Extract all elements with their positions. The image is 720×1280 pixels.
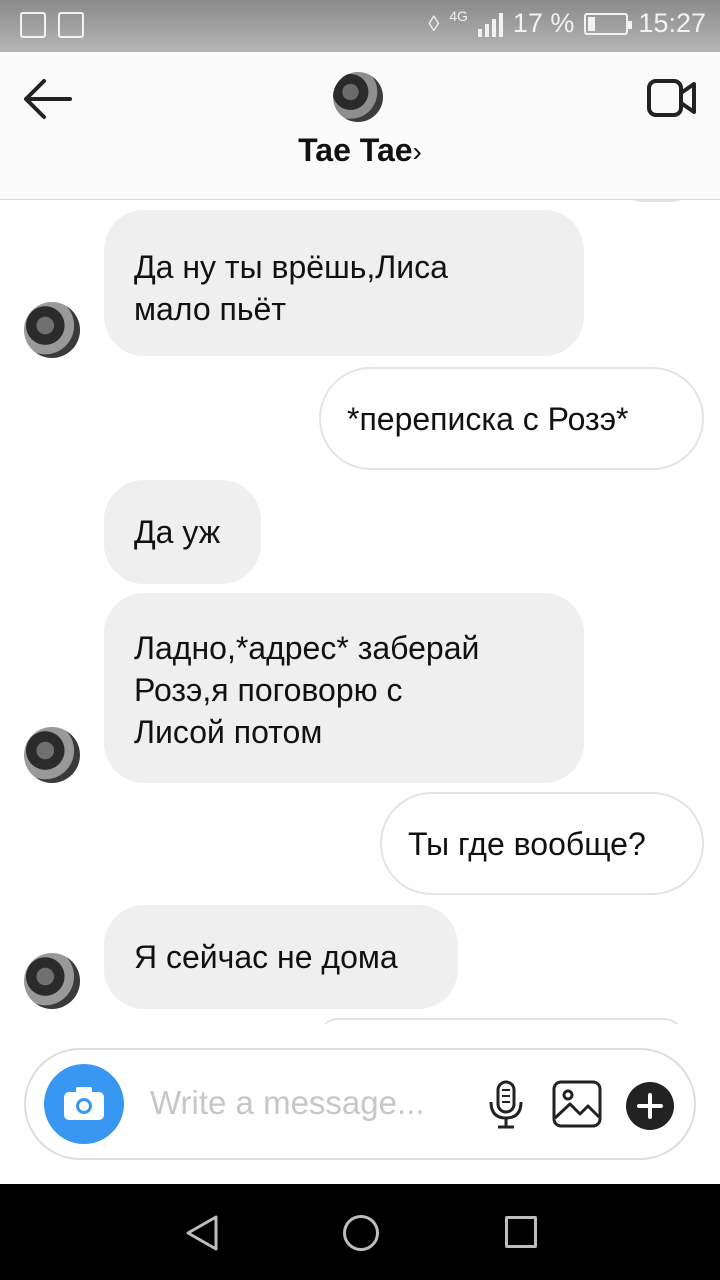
- message-composer[interactable]: Write a message...: [24, 1048, 696, 1160]
- chevron-right-icon: ›: [412, 136, 422, 167]
- message-thread[interactable]: Да ну ты врёшь,Лиса мало пьёт *переписка…: [0, 200, 720, 1024]
- message-input[interactable]: Write a message...: [150, 1084, 425, 1122]
- message-line: Да уж: [134, 514, 221, 550]
- contact-name-button[interactable]: Tae Tae›: [0, 132, 720, 169]
- message-line: мало пьёт: [134, 291, 286, 327]
- contact-name: Tae Tae: [298, 132, 413, 168]
- partial-outgoing-message: [318, 1018, 684, 1024]
- vibrate-icon: ◊: [428, 10, 440, 36]
- message-line: Розэ,я поговорю с: [134, 672, 403, 708]
- status-left-icons: [20, 12, 84, 38]
- chat-header: Tae Tae›: [0, 52, 720, 200]
- plus-icon: [637, 1093, 663, 1119]
- contact-avatar[interactable]: [333, 72, 383, 122]
- sender-avatar[interactable]: [24, 727, 80, 783]
- video-call-icon[interactable]: [646, 78, 698, 118]
- status-right: ◊ 4G 17 % 15:27: [428, 8, 706, 39]
- battery-fill: [588, 16, 596, 31]
- message-line: Да ну ты врёшь,Лиса: [134, 249, 448, 285]
- sender-avatar[interactable]: [24, 953, 80, 1009]
- partial-bubble-top: [612, 200, 702, 202]
- status-bar: ◊ 4G 17 % 15:27: [0, 0, 720, 52]
- outgoing-message[interactable]: *переписка с Розэ*: [319, 367, 704, 470]
- incoming-message[interactable]: Да уж: [104, 480, 261, 584]
- network-type: 4G: [449, 8, 468, 24]
- message-line: Я сейчас не дома: [134, 939, 398, 975]
- signal-icon: [477, 11, 503, 37]
- microphone-icon[interactable]: [486, 1080, 526, 1130]
- incoming-message[interactable]: Да ну ты врёшь,Лиса мало пьёт: [104, 210, 584, 356]
- incoming-message[interactable]: Я сейчас не дома: [104, 905, 458, 1009]
- message-line: Ладно,*адрес* заберай: [134, 630, 480, 666]
- incoming-message[interactable]: Ладно,*адрес* заберай Розэ,я поговорю с …: [104, 593, 584, 783]
- system-navigation-bar: [0, 1184, 720, 1280]
- message-line: *переписка с Розэ*: [347, 401, 629, 437]
- recents-square-icon[interactable]: [505, 1216, 537, 1248]
- image-notification-icon: [58, 12, 84, 38]
- warning-icon: [20, 12, 46, 38]
- message-line: Ты где вообще?: [408, 826, 646, 862]
- plus-button[interactable]: [626, 1082, 674, 1130]
- battery-percent: 17 %: [512, 8, 575, 38]
- battery-icon: [584, 12, 633, 35]
- outgoing-message[interactable]: Ты где вообще?: [380, 792, 704, 895]
- back-arrow-icon[interactable]: [20, 74, 76, 124]
- camera-button[interactable]: [44, 1064, 124, 1144]
- message-line: Лисой потом: [134, 714, 323, 750]
- home-circle-icon[interactable]: [343, 1215, 379, 1251]
- camera-icon: [64, 1087, 104, 1120]
- clock: 15:27: [638, 8, 706, 38]
- gallery-icon[interactable]: [552, 1080, 602, 1128]
- back-triangle-icon[interactable]: [184, 1214, 220, 1252]
- sender-avatar[interactable]: [24, 302, 80, 358]
